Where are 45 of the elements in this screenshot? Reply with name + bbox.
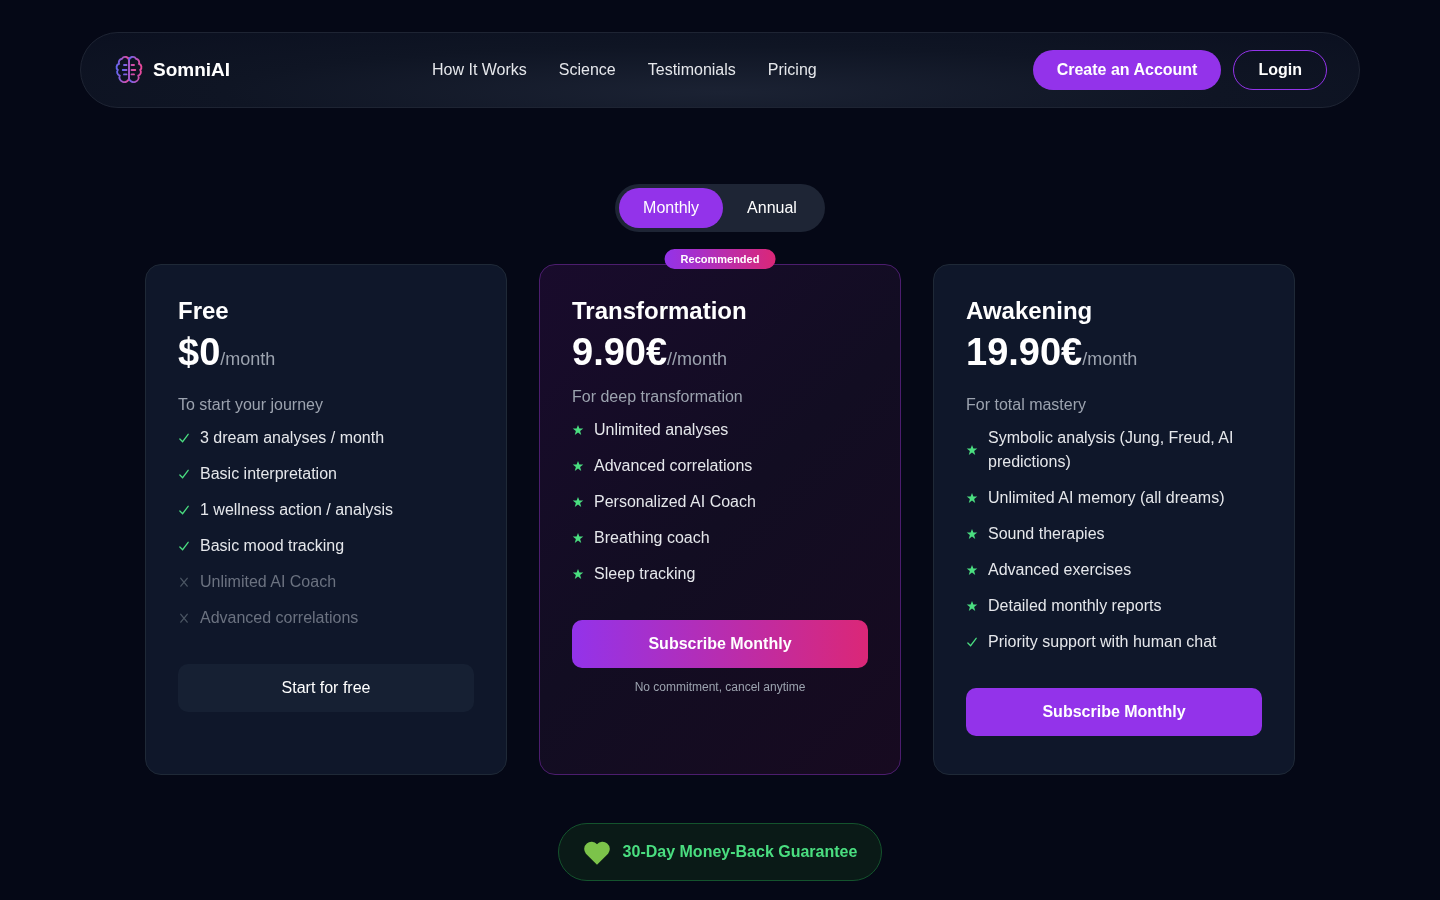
plan-price: $0 (178, 331, 221, 374)
feature-text: Breathing coach (594, 528, 710, 548)
feature-text: Advanced correlations (594, 456, 753, 476)
nav-link[interactable]: Pricing (767, 61, 817, 79)
feature-text: Personalized AI Coach (594, 492, 756, 512)
plan-description: To start your journey (178, 396, 324, 414)
feature-text: 1 wellness action / analysis (200, 500, 393, 520)
feature-text: Basic mood tracking (200, 536, 345, 556)
feature-text: Sleep tracking (594, 564, 696, 584)
plan-button[interactable]: Subscribe Monthly (572, 620, 868, 668)
plan-button[interactable]: Start for free (178, 664, 474, 712)
feature-text: Detailed monthly reports (988, 596, 1162, 616)
feature-text: Symbolic analysis (Jung, Freud, AI predictions) (988, 428, 1235, 472)
recommended-badge: Recommended (664, 249, 776, 269)
plan-description: For total mastery (966, 396, 1088, 414)
feature-text: Priority support with human chat (988, 632, 1217, 652)
price-period: /month (1082, 349, 1138, 370)
feature-text: Unlimited AI memory (all dreams) (988, 488, 1225, 508)
signup-button[interactable]: Create an Account (1032, 50, 1222, 90)
billing-tab[interactable]: Monthly (619, 188, 724, 228)
feature-text: Basic interpretation (200, 464, 337, 484)
plan-name: Awakening (966, 297, 1094, 325)
plan-price: 19.90€ (966, 331, 1083, 374)
plan-name: Free (178, 297, 230, 325)
heart-icon (582, 839, 611, 865)
feature-text: Advanced correlations (200, 608, 359, 628)
plan-name: Transformation (572, 297, 748, 325)
feature-text: 3 dream analyses / month (200, 428, 385, 448)
brand-name: SomniAI (153, 59, 231, 81)
price-period: /month (220, 349, 276, 370)
nav-link[interactable]: Science (558, 61, 616, 79)
plan-description: For deep transformation (572, 388, 744, 406)
nav-link[interactable]: How It Works (432, 61, 527, 79)
plan-price: 9.90€ (572, 331, 668, 374)
price-period: //month (667, 349, 728, 370)
brain-icon (114, 55, 144, 85)
plan-button[interactable]: Subscribe Monthly (966, 688, 1262, 736)
feature-text: Advanced exercises (988, 560, 1132, 580)
plan-note: No commitment, cancel anytime (633, 680, 807, 694)
guarantee-text: 30-Day Money-Back Guarantee (622, 843, 858, 861)
billing-tab[interactable]: Annual (723, 188, 821, 228)
feature-text: Sound therapies (988, 524, 1105, 544)
feature-text: Unlimited AI Coach (200, 572, 337, 592)
feature-text: Unlimited analyses (594, 420, 729, 440)
nav-link[interactable]: Testimonials (647, 61, 736, 79)
